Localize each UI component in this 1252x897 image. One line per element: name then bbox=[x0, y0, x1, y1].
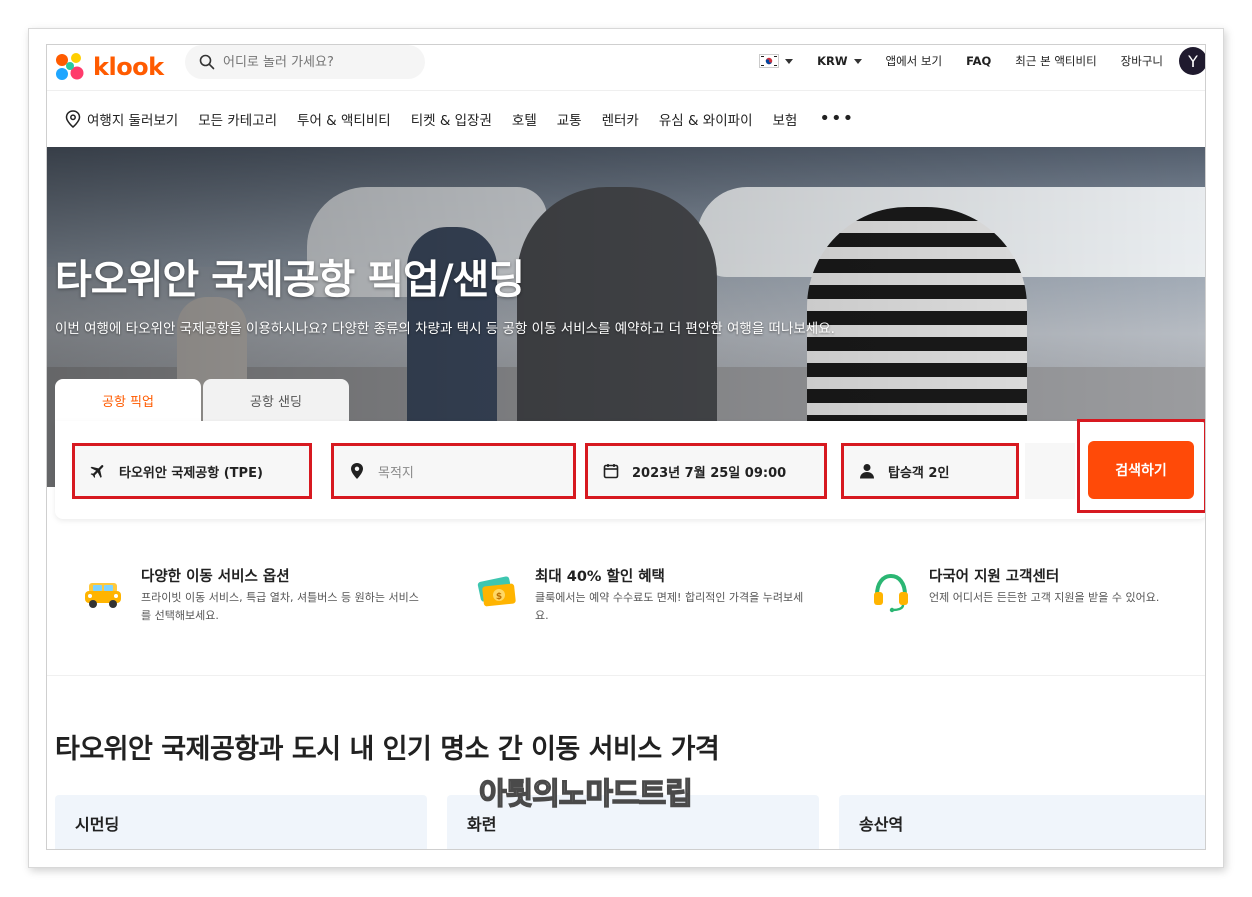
top-right-menu: KRW 앱에서 보기 FAQ 최근 본 액티비티 장바구니 Y bbox=[735, 45, 1205, 77]
location-pin-icon bbox=[65, 110, 81, 128]
klook-page: klook KRW bbox=[46, 44, 1206, 850]
faq-link[interactable]: FAQ bbox=[966, 54, 991, 68]
page-title: 타오위안 국제공항 픽업/샌딩 bbox=[55, 257, 525, 303]
nav-item-car-rental[interactable]: 렌터카 bbox=[602, 109, 639, 129]
feature-description: 클룩에서는 예약 수수료도 면제! 합리적인 가격을 누려보세요. bbox=[535, 591, 804, 622]
headset-icon bbox=[874, 573, 908, 613]
search-icon bbox=[199, 54, 215, 70]
car-icon bbox=[85, 583, 121, 608]
more-menu-icon[interactable]: ••• bbox=[819, 110, 854, 128]
destination-field[interactable]: 목적지 bbox=[331, 443, 576, 499]
pickup-location-value: 타오위안 국제공항 (TPE) bbox=[119, 465, 263, 481]
destination-placeholder: 목적지 bbox=[378, 465, 414, 481]
pickup-location-field[interactable]: 타오위안 국제공항 (TPE) bbox=[72, 443, 312, 499]
section-divider bbox=[47, 675, 1205, 676]
recently-viewed-link[interactable]: 최근 본 액티비티 bbox=[1015, 53, 1096, 69]
location-pin-icon bbox=[348, 462, 366, 480]
person-icon bbox=[858, 462, 876, 480]
passengers-value: 탑승객 2인 bbox=[888, 465, 950, 481]
discount-ticket-icon: $ bbox=[477, 576, 516, 607]
airplane-icon bbox=[89, 462, 107, 480]
nav-item-sim-wifi[interactable]: 유심 & 와이파이 bbox=[659, 109, 753, 129]
search-button[interactable]: 검색하기 bbox=[1088, 441, 1194, 499]
nav-item-label: 여행지 둘러보기 bbox=[87, 113, 179, 129]
currency-label: KRW bbox=[817, 54, 848, 68]
feature-description: 언제 어디서든 든든한 고객 지원을 받을 수 있어요. bbox=[929, 591, 1160, 604]
currency-selector[interactable]: KRW bbox=[817, 54, 862, 68]
brand-name: klook bbox=[93, 53, 164, 81]
tab-airport-pickup[interactable]: 공항 픽업 bbox=[55, 379, 201, 421]
svg-text:$: $ bbox=[496, 592, 502, 602]
date-time-value: 2023년 7월 25일 09:00 bbox=[632, 465, 787, 481]
booking-panel: 타오위안 국제공항 (TPE) 목적지 2023년 7월 25일 09:00 탑… bbox=[55, 419, 1205, 519]
section-title: 타오위안 국제공항과 도시 내 인기 명소 간 이동 서비스 가격 bbox=[55, 734, 720, 765]
field-spacer bbox=[1025, 443, 1075, 499]
top-bar: klook KRW bbox=[47, 45, 1205, 91]
nav-item-tours[interactable]: 투어 & 액티비티 bbox=[297, 109, 391, 129]
nav-item-all-categories[interactable]: 모든 카테고리 bbox=[198, 109, 277, 129]
nav-item-destinations[interactable]: 여행지 둘러보기 bbox=[65, 109, 178, 129]
avatar[interactable]: Y bbox=[1179, 47, 1205, 75]
watermark-text: 아툇의노마드트립 bbox=[478, 776, 693, 812]
category-nav: 여행지 둘러보기 모든 카테고리 투어 & 액티비티 티켓 & 입장권 호텔 교… bbox=[47, 91, 1205, 147]
feature-description: 프라이빗 이동 서비스, 특급 열차, 셔틀버스 등 원하는 서비스를 선택해보… bbox=[141, 591, 419, 622]
passengers-field[interactable]: 탑승객 2인 bbox=[841, 443, 1019, 499]
open-app-link[interactable]: 앱에서 보기 bbox=[886, 53, 943, 69]
korea-flag-icon bbox=[759, 54, 780, 68]
destination-card[interactable]: 시먼딩 bbox=[55, 795, 427, 849]
klook-logo[interactable]: klook bbox=[53, 49, 164, 85]
destination-card[interactable]: 송산역 bbox=[839, 795, 1205, 849]
chevron-down-icon bbox=[853, 58, 862, 64]
cart-link[interactable]: 장바구니 bbox=[1121, 53, 1163, 69]
nav-item-tickets[interactable]: 티켓 & 입장권 bbox=[411, 109, 492, 129]
nav-item-transport[interactable]: 교통 bbox=[557, 109, 582, 129]
nav-item-insurance[interactable]: 보험 bbox=[773, 109, 798, 129]
search-bar[interactable] bbox=[185, 45, 425, 79]
language-selector[interactable] bbox=[759, 54, 794, 68]
page-subtitle: 이번 여행에 타오위안 국제공항을 이용하시나요? 다양한 종류의 차량과 택시… bbox=[55, 321, 835, 337]
calendar-icon bbox=[602, 462, 620, 480]
features-row: 다양한 이동 서비스 옵션 프라이빗 이동 서비스, 특급 열차, 셔틀버스 등… bbox=[47, 565, 1205, 675]
transfer-type-tabs: 공항 픽업 공항 샌딩 bbox=[55, 379, 349, 421]
date-time-field[interactable]: 2023년 7월 25일 09:00 bbox=[585, 443, 827, 499]
nav-item-hotels[interactable]: 호텔 bbox=[512, 109, 537, 129]
feature-title: 다국어 지원 고객센터 bbox=[929, 569, 1060, 585]
klook-logo-icon bbox=[56, 53, 84, 80]
feature-title: 최대 40% 할인 혜택 bbox=[535, 569, 665, 585]
tab-airport-sending[interactable]: 공항 샌딩 bbox=[203, 379, 349, 421]
search-input[interactable] bbox=[223, 54, 413, 70]
feature-title: 다양한 이동 서비스 옵션 bbox=[141, 569, 290, 585]
chevron-down-icon bbox=[785, 58, 794, 64]
